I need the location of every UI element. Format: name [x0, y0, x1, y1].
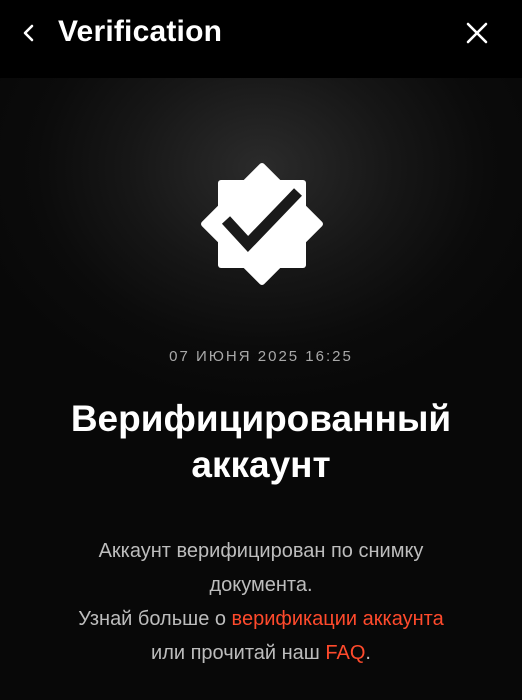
close-button[interactable]: [460, 16, 494, 50]
learn-more-line: Узнай больше о верификации аккаунта: [20, 602, 502, 636]
page-title: Verification: [58, 15, 223, 48]
faq-prefix: или прочитай наш: [151, 642, 326, 664]
description: Аккаунт верифицирован по снимку документ…: [20, 534, 502, 670]
back-button[interactable]: [12, 17, 46, 49]
header: Verification: [0, 0, 522, 78]
verification-content: 07 ИЮНЯ 2025 16:25 Верифицированный акка…: [0, 78, 522, 700]
status-heading-line2: аккаунт: [191, 444, 331, 485]
learn-more-prefix: Узнай больше о: [78, 608, 232, 630]
close-icon: [466, 22, 488, 44]
verification-info-link[interactable]: верификации аккаунта: [232, 608, 444, 630]
verified-badge-icon: [201, 163, 323, 285]
description-line2: документа.: [209, 574, 313, 596]
status-heading: Верифицированный аккаунт: [20, 396, 502, 488]
chevron-left-icon: [23, 24, 34, 42]
faq-link[interactable]: FAQ: [325, 642, 365, 664]
faq-suffix: .: [365, 642, 371, 664]
faq-line: или прочитай наш FAQ.: [20, 636, 502, 670]
description-line1: Аккаунт верифицирован по снимку: [98, 540, 424, 562]
verification-date: 07 ИЮНЯ 2025 16:25: [169, 348, 353, 365]
status-heading-line1: Верифицированный: [70, 398, 452, 439]
